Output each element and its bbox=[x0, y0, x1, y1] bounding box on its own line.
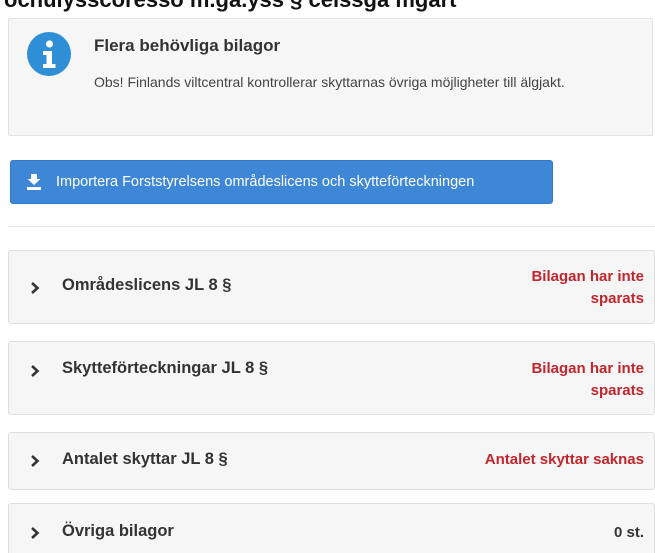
import-icon bbox=[27, 174, 41, 190]
import-button-label: Importera Forststyrelsens områdeslicens … bbox=[56, 174, 475, 190]
info-title: Flera behövliga bilagor bbox=[94, 36, 281, 55]
attachment-row-shooter-count[interactable]: Antalet skyttar JL 8 § Antalet skyttar s… bbox=[8, 432, 655, 490]
cropped-page-heading: ocnulysscoresso m.ga.yss § celssga mgart bbox=[4, 0, 456, 13]
attachment-row-other[interactable]: Övriga bilagor 0 st. bbox=[8, 503, 655, 553]
attachment-count: 0 st. bbox=[613, 524, 644, 541]
attachment-status: Bilagan har inte sparats bbox=[531, 360, 644, 399]
chevron-right-icon bbox=[31, 455, 40, 467]
attachment-title: Övriga bilagor bbox=[62, 522, 174, 540]
chevron-right-icon bbox=[31, 282, 40, 294]
chevron-right-icon bbox=[31, 365, 40, 377]
attachment-title: Områdeslicens JL 8 § bbox=[62, 276, 232, 294]
chevron-right-icon bbox=[31, 527, 40, 539]
attachment-row-area-licence[interactable]: Områdeslicens JL 8 § Bilagan har inte sp… bbox=[8, 250, 655, 324]
info-panel: Flera behövliga bilagor Obs! Finlands vi… bbox=[8, 18, 653, 136]
section-divider bbox=[8, 226, 655, 227]
import-licence-button[interactable]: Importera Forststyrelsens områdeslicens … bbox=[10, 160, 553, 204]
attachment-title: Skytteförteckningar JL 8 § bbox=[62, 359, 269, 377]
page: ocnulysscoresso m.ga.yss § celssga mgart… bbox=[0, 0, 655, 553]
attachment-row-shooter-lists[interactable]: Skytteförteckningar JL 8 § Bilagan har i… bbox=[8, 341, 655, 415]
attachment-title: Antalet skyttar JL 8 § bbox=[62, 450, 228, 468]
attachment-status: Antalet skyttar saknas bbox=[484, 451, 644, 468]
attachment-status: Bilagan har inte sparats bbox=[531, 268, 644, 307]
info-message: Obs! Finlands viltcentral kontrollerar s… bbox=[94, 74, 565, 90]
info-icon bbox=[27, 32, 71, 76]
